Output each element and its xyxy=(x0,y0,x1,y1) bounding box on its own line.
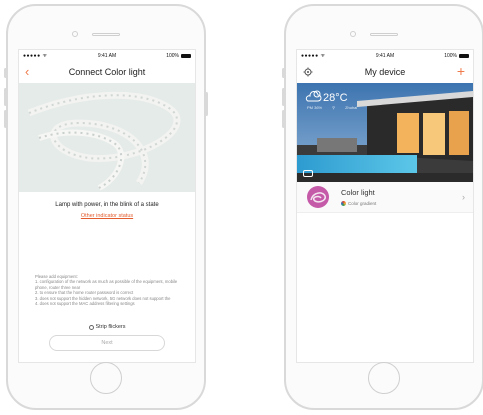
weather-details: PM 36% ⚲ Zhuhai xyxy=(307,105,357,110)
strip-flickers-label: Strip flickers xyxy=(95,324,126,330)
page-title: My device xyxy=(364,67,406,77)
device-mode-label: Color gradient xyxy=(348,201,377,206)
lamp-status-message: Lamp with power, in the blink of a state xyxy=(55,202,159,208)
device-list-item[interactable]: Color light Color gradient › xyxy=(297,182,473,213)
led-strip-thumbnail xyxy=(310,192,326,203)
speaker-grille xyxy=(370,33,398,36)
battery-icon xyxy=(459,54,469,58)
other-indicator-link[interactable]: Other indicator status xyxy=(19,213,195,219)
weather-location: Zhuhai xyxy=(345,105,358,110)
power-button xyxy=(205,92,208,116)
weather-banner: 28°C PM 36% ⚲ Zhuhai xyxy=(297,83,473,182)
status-bar: ●●●●● ᯤ 9:41 AM 100% xyxy=(297,50,473,62)
home-button[interactable] xyxy=(368,362,400,394)
led-strip-illustration xyxy=(19,83,195,192)
battery-icon xyxy=(181,54,191,58)
led-strip-image xyxy=(19,83,195,192)
home-button[interactable] xyxy=(90,362,122,394)
cloud-sun-icon xyxy=(305,90,322,102)
volume-up-button xyxy=(282,88,285,106)
battery-percent: 100% xyxy=(444,53,457,59)
note-item: 1. configuration of the network as much … xyxy=(35,279,178,290)
weather-temperature: 28°C xyxy=(323,92,348,104)
mute-switch xyxy=(282,68,285,78)
my-device-screen: ●●●●● ᯤ 9:41 AM 100% My device + 28°C PM… xyxy=(296,49,474,363)
strip-flickers-option[interactable]: Strip flickers xyxy=(19,324,195,330)
location-icon: ⚲ xyxy=(332,105,336,110)
phone-frame-left: ●●●●● ᯤ 9:41 AM 100% ‹ Connect Color lig… xyxy=(4,4,208,410)
speaker-grille xyxy=(92,33,120,36)
front-camera xyxy=(72,31,78,37)
front-camera xyxy=(350,31,356,37)
volume-up-button xyxy=(4,88,7,106)
chevron-right-icon[interactable]: › xyxy=(462,192,465,202)
battery-indicator: 100% xyxy=(166,53,191,59)
device-name: Color light xyxy=(341,188,375,197)
volume-down-button xyxy=(4,110,7,128)
plus-icon[interactable]: + xyxy=(457,64,465,78)
phone-frame-right: ●●●●● ᯤ 9:41 AM 100% My device + 28°C PM… xyxy=(282,4,483,410)
radio-unchecked-icon[interactable] xyxy=(88,324,94,330)
battery-percent: 100% xyxy=(166,53,179,59)
status-bar: ●●●●● ᯤ 9:41 AM 100% xyxy=(19,50,195,62)
nav-bar: ‹ Connect Color light xyxy=(19,62,195,82)
page-title: Connect Color light xyxy=(68,67,146,77)
gradient-icon xyxy=(341,201,346,206)
next-button[interactable]: Next xyxy=(49,335,165,351)
mute-switch xyxy=(4,68,7,78)
connect-screen: ●●●●● ᯤ 9:41 AM 100% ‹ Connect Color lig… xyxy=(18,49,196,363)
weather-humidity: PM 36% xyxy=(307,105,323,110)
nav-bar: My device + xyxy=(297,62,473,82)
camera-icon[interactable] xyxy=(303,170,313,177)
setup-notes: Please add equipment: 1. configuration o… xyxy=(35,274,187,306)
device-avatar xyxy=(307,186,329,208)
volume-down-button xyxy=(282,110,285,128)
note-item: 4. does not support the MAC address filt… xyxy=(35,301,135,307)
battery-indicator: 100% xyxy=(444,53,469,59)
device-mode: Color gradient xyxy=(341,201,376,206)
